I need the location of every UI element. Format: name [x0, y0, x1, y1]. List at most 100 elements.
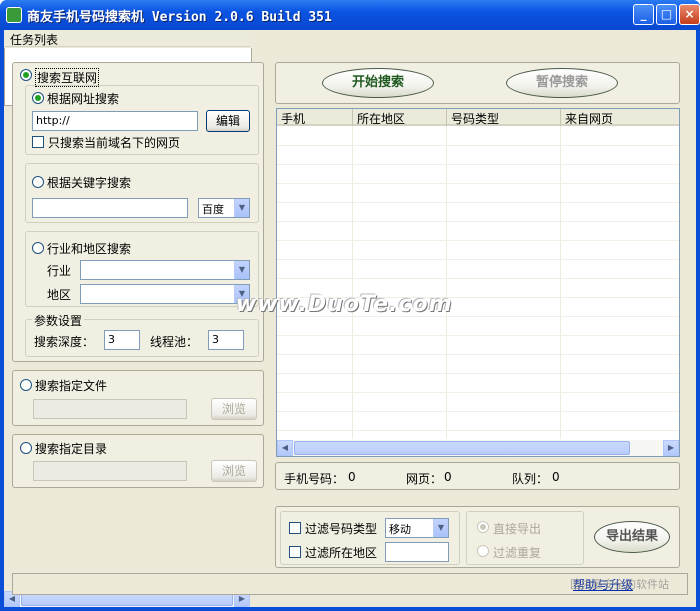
- title-bar: 商友手机号码搜索机 Version 2.0.6 Build 351 _ □ ×: [0, 0, 700, 30]
- file-browse-button[interactable]: 浏览: [211, 398, 257, 420]
- params-group: 参数设置 搜索深度： 3 线程池： 3: [25, 312, 259, 357]
- export-results-button[interactable]: 导出结果: [594, 521, 670, 553]
- file-search-radio[interactable]: [20, 379, 32, 391]
- depth-input[interactable]: 3: [104, 330, 140, 350]
- queue-count-label: 队列：: [512, 472, 549, 486]
- column-phone[interactable]: 手机: [277, 109, 353, 126]
- file-search-label[interactable]: 搜索指定文件: [35, 377, 107, 394]
- dedup-export-label[interactable]: 过滤重复: [493, 544, 541, 561]
- row-divider: [277, 373, 679, 374]
- queue-count-value: 0: [552, 470, 560, 484]
- row-divider: [277, 202, 679, 203]
- export-pane: 过滤号码类型 移动 ▼ 过滤所在地区 直接导出 过滤重复 导出结果: [275, 506, 680, 568]
- chevron-down-icon: ▼: [433, 519, 448, 537]
- region-label: 地区: [47, 288, 72, 302]
- results-table[interactable]: 手机 所在地区 号码类型 来自网页 ◀ ▶: [276, 108, 680, 457]
- industry-select[interactable]: ▼: [80, 260, 250, 280]
- row-divider: [277, 164, 679, 165]
- industry-search-label[interactable]: 行业和地区搜索: [47, 240, 131, 257]
- dir-search-radio[interactable]: [20, 442, 32, 454]
- watermark: www.DuoTe.com: [236, 292, 453, 317]
- filter-region-input[interactable]: [385, 542, 449, 562]
- filter-type-label[interactable]: 过滤号码类型: [305, 520, 377, 537]
- dir-path-input[interactable]: [33, 461, 187, 481]
- industry-search-group: 行业和地区搜索 行业 ▼ 地区 ▼: [25, 231, 259, 307]
- edit-button[interactable]: 编辑: [206, 110, 250, 132]
- scroll-left-icon[interactable]: ◀: [277, 440, 293, 456]
- direct-export-radio[interactable]: [477, 521, 489, 533]
- chevron-down-icon: ▼: [234, 199, 249, 217]
- search-engine-select[interactable]: 百度 ▼: [198, 198, 250, 218]
- url-search-label[interactable]: 根据网址搜索: [47, 90, 119, 107]
- domain-only-checkbox[interactable]: [32, 136, 44, 148]
- industry-label: 行业: [47, 264, 72, 278]
- scroll-right-icon[interactable]: ▶: [663, 440, 679, 456]
- internet-search-radio[interactable]: [20, 69, 32, 81]
- row-divider: [277, 259, 679, 260]
- keyword-search-radio[interactable]: [32, 176, 44, 188]
- url-search-radio[interactable]: [32, 92, 44, 104]
- column-type[interactable]: 号码类型: [447, 109, 561, 126]
- pages-count-value: 0: [444, 470, 452, 484]
- export-options-group: 直接导出 过滤重复: [466, 511, 584, 565]
- dir-search-label[interactable]: 搜索指定目录: [35, 440, 107, 457]
- row-divider: [277, 335, 679, 336]
- pages-count-label: 网页：: [406, 472, 443, 486]
- chevron-down-icon: ▼: [234, 261, 249, 279]
- minimize-button[interactable]: _: [633, 4, 654, 25]
- filter-type-select[interactable]: 移动 ▼: [385, 518, 449, 538]
- url-input[interactable]: http://: [32, 111, 198, 131]
- keyword-input[interactable]: [32, 198, 188, 218]
- close-button[interactable]: ×: [679, 4, 700, 25]
- row-divider: [277, 145, 679, 146]
- app-icon: [6, 7, 22, 23]
- filter-type-value: 移动: [389, 523, 411, 536]
- file-search-pane: 搜索指定文件 浏览: [12, 370, 264, 426]
- industry-search-radio[interactable]: [32, 242, 44, 254]
- window-title: 商友手机号码搜索机 Version 2.0.6 Build 351: [27, 10, 332, 25]
- row-divider: [277, 411, 679, 412]
- filter-type-checkbox[interactable]: [289, 522, 301, 534]
- threads-input[interactable]: 3: [208, 330, 244, 350]
- search-engine-value: 百度: [202, 203, 224, 216]
- row-divider: [277, 392, 679, 393]
- dedup-export-radio[interactable]: [477, 545, 489, 557]
- keyword-search-group: 根据关键字搜索 百度 ▼: [25, 163, 259, 223]
- action-pane: 开始搜索 暂停搜索: [275, 62, 680, 104]
- filter-group: 过滤号码类型 移动 ▼ 过滤所在地区: [280, 511, 460, 565]
- dir-search-pane: 搜索指定目录 浏览: [12, 434, 264, 488]
- domain-only-label[interactable]: 只搜索当前域名下的网页: [48, 134, 180, 151]
- filter-region-label[interactable]: 过滤所在地区: [305, 544, 377, 561]
- results-scrollbar[interactable]: ◀ ▶: [277, 440, 679, 456]
- region-select[interactable]: ▼: [80, 284, 250, 304]
- column-source[interactable]: 来自网页: [561, 109, 679, 126]
- column-region[interactable]: 所在地区: [353, 109, 447, 126]
- threads-label: 线程池：: [150, 335, 199, 349]
- row-divider: [277, 240, 679, 241]
- dir-browse-button[interactable]: 浏览: [211, 460, 257, 482]
- internet-search-pane: 搜索互联网 根据网址搜索 http:// 编辑 只搜索当前域名下的网页 根据关键…: [12, 62, 264, 362]
- phone-count-value: 0: [348, 470, 356, 484]
- maximize-button[interactable]: □: [656, 4, 677, 25]
- phone-count-label: 手机号码：: [284, 472, 345, 486]
- corner-watermark: 国内最安全的软件站: [570, 578, 669, 591]
- app-window: 商友手机号码搜索机 Version 2.0.6 Build 351 _ □ × …: [0, 0, 700, 611]
- client-area: 文件 工具 帮助 搜索互联网 根据网址搜索 http:// 编辑 只搜索当前域名…: [4, 30, 696, 607]
- direct-export-label[interactable]: 直接导出: [493, 520, 541, 537]
- params-legend: 参数设置: [32, 312, 85, 329]
- file-path-input[interactable]: [33, 399, 187, 419]
- filter-region-checkbox[interactable]: [289, 546, 301, 558]
- row-divider: [277, 183, 679, 184]
- row-divider: [277, 354, 679, 355]
- depth-label: 搜索深度：: [34, 335, 95, 349]
- pause-search-button[interactable]: 暂停搜索: [506, 68, 618, 98]
- start-search-button[interactable]: 开始搜索: [322, 68, 434, 98]
- url-search-group: 根据网址搜索 http:// 编辑 只搜索当前域名下的网页: [25, 85, 259, 155]
- table-header: 手机 所在地区 号码类型 来自网页: [277, 109, 679, 126]
- task-list-header: 任务列表: [4, 30, 250, 47]
- scroll-thumb[interactable]: [294, 441, 630, 455]
- row-divider: [277, 221, 679, 222]
- row-divider: [277, 430, 679, 431]
- keyword-search-label[interactable]: 根据关键字搜索: [47, 174, 131, 191]
- stats-pane: 手机号码： 0 网页： 0 队列： 0: [275, 462, 680, 490]
